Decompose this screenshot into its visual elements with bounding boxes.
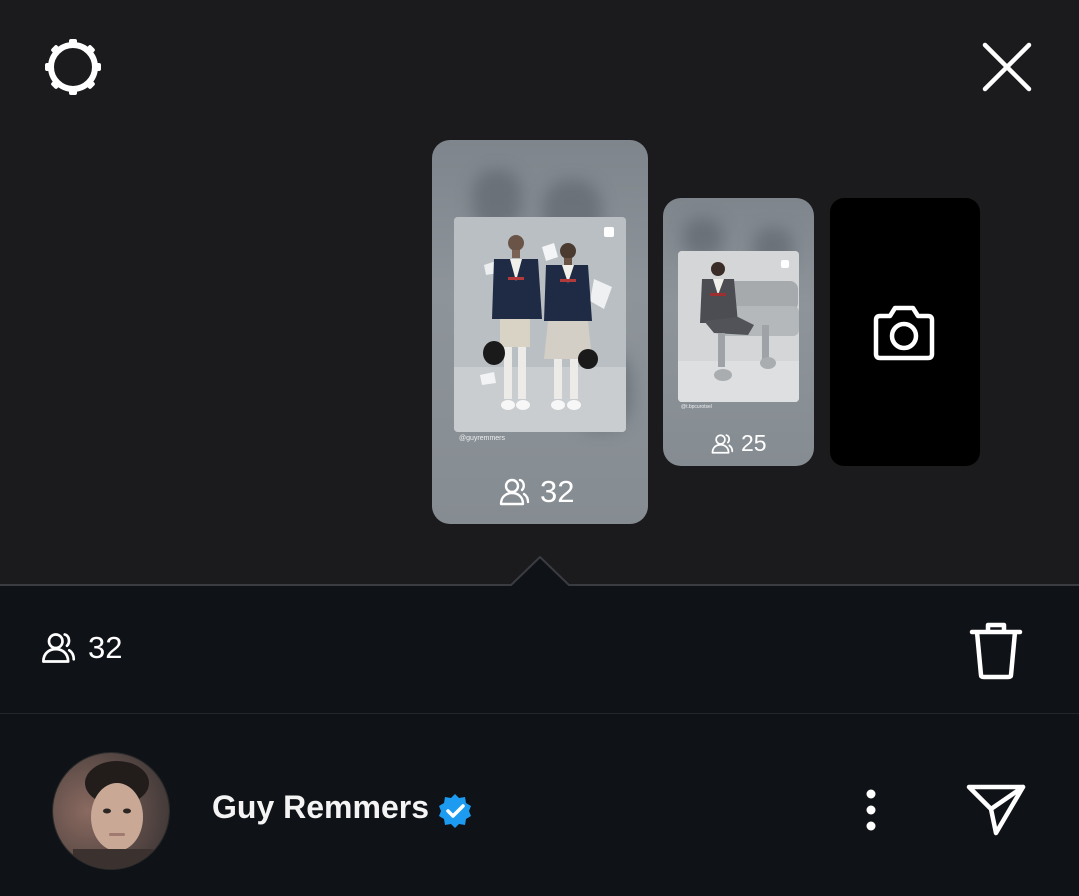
verified-badge-icon: [439, 794, 471, 828]
viewers-summary[interactable]: 32: [40, 630, 122, 666]
story-thumbnail-main: [454, 217, 626, 432]
viewers-summary-count: 32: [88, 630, 123, 665]
story-thumbnail-second: [678, 251, 799, 402]
viewers-icon: [711, 433, 734, 454]
profile-photo: [53, 753, 169, 869]
story-image-seated-model: [678, 251, 799, 402]
gear-icon: [45, 39, 101, 95]
settings-button[interactable]: [40, 36, 106, 98]
profile-name[interactable]: Guy Remmers: [212, 789, 429, 826]
send-button[interactable]: [962, 778, 1030, 840]
viewers-icon: [42, 633, 76, 663]
delete-story-button[interactable]: [965, 620, 1027, 682]
camera-icon: [871, 300, 937, 364]
viewers-count-label: 25: [741, 430, 767, 456]
viewers-count-label: 32: [540, 474, 575, 509]
story-viewers-count[interactable]: 32: [498, 474, 574, 510]
divider: [0, 713, 1079, 714]
more-vertical-icon: [866, 789, 876, 831]
trash-icon: [969, 622, 1023, 680]
more-options-button[interactable]: [852, 782, 890, 838]
story-details-sheet: [0, 586, 1079, 896]
selected-story-pointer: [509, 556, 571, 588]
viewers-icon: [499, 478, 530, 506]
send-icon: [966, 784, 1026, 836]
avatar[interactable]: [52, 752, 170, 870]
story-viewers-count[interactable]: 25: [710, 430, 767, 457]
story-handle: @guyremmers: [459, 435, 506, 442]
story-handle: @t.bpcurotsel: [681, 404, 712, 410]
close-icon: [982, 42, 1032, 92]
story-image-two-models: [454, 217, 626, 432]
close-button[interactable]: [978, 38, 1036, 96]
